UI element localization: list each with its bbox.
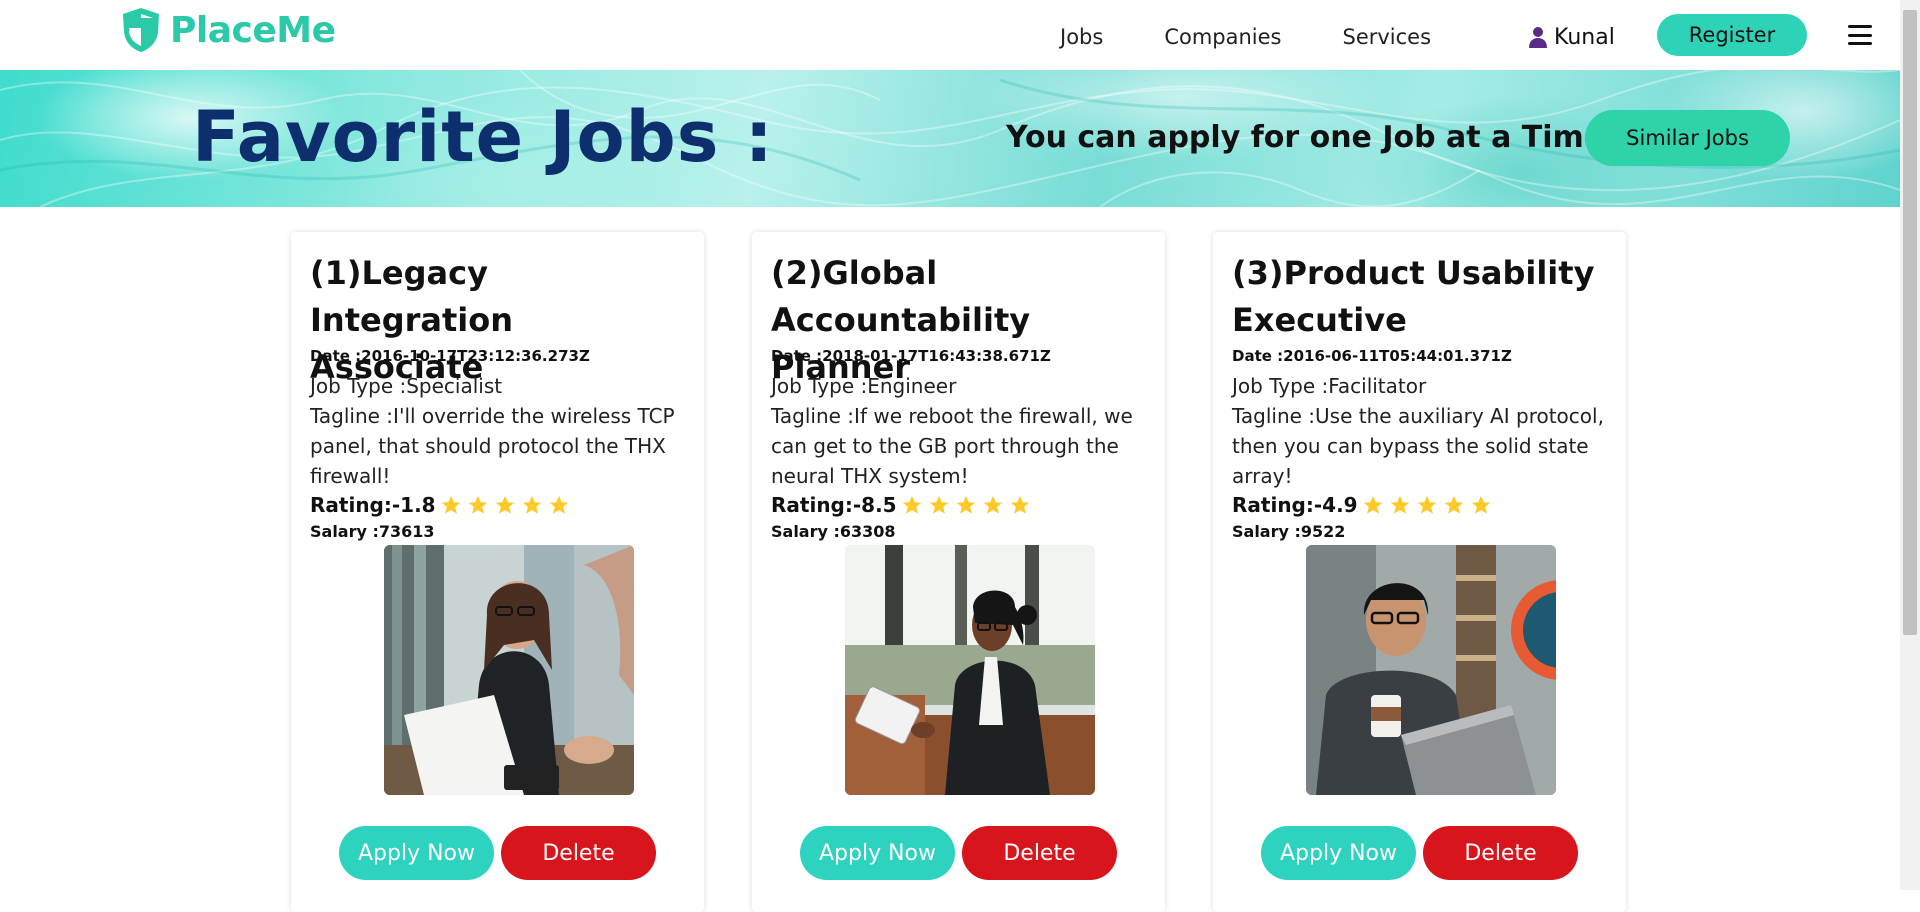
job-date: Date :2016-06-11T05:44:01.371Z [1232,347,1512,365]
nav-link-jobs[interactable]: Jobs [1060,22,1103,52]
star-icon [902,495,921,514]
delete-button[interactable]: Delete [1423,826,1578,880]
scrollbar-thumb[interactable] [1903,10,1917,635]
delete-button[interactable]: Delete [962,826,1117,880]
star-rating [440,494,575,516]
similar-jobs-button[interactable]: Similar Jobs [1585,110,1790,166]
job-rating: Rating:-1.8 [310,491,575,519]
job-tagline: Tagline :If we reboot the firewall, we c… [771,404,1133,488]
star-icon [549,495,568,514]
page-title: Favorite Jobs : [192,96,774,178]
job-type: Job Type :Specialist [310,374,503,398]
job-card: (1)Legacy Integration Associate Date :20… [291,232,704,912]
register-button[interactable]: Register [1657,14,1807,56]
job-photo [1306,545,1556,795]
apply-now-button[interactable]: Apply Now [1261,826,1416,880]
job-tagline: Tagline :Use the auxiliary AI protocol, … [1232,404,1604,488]
job-tagline: Tagline :I'll override the wireless TCP … [310,404,675,488]
hero-banner: Favorite Jobs : You can apply for one Jo… [0,70,1900,207]
star-icon [1471,495,1490,514]
job-title: (1)Legacy Integration Associate [310,254,513,386]
job-type: Job Type :Facilitator [1232,374,1427,398]
hero-tagline: You can apply for one Job at a Time [1006,120,1605,155]
star-icon [956,495,975,514]
rating-value: Rating:-1.8 [310,493,436,517]
star-icon [495,495,514,514]
job-photo [384,545,634,795]
star-icon [1390,495,1409,514]
hamburger-menu-icon[interactable] [1848,25,1872,45]
job-card: (3)Product Usability Executive Date :201… [1213,232,1626,912]
nav-links: Jobs Companies Services [1060,22,1492,52]
star-icon [1363,495,1382,514]
user-name: Kunal [1554,24,1615,50]
job-photo [845,545,1095,795]
brand-name: PlaceMe [170,9,336,51]
star-icon [983,495,1002,514]
brand-logo[interactable]: PlaceMe [120,6,336,54]
job-card: (2)Global Accountability Planner Date :2… [752,232,1165,912]
navbar: PlaceMe Jobs Companies Services Kunal Re… [0,0,1900,70]
apply-now-button[interactable]: Apply Now [339,826,494,880]
job-salary: Salary :73613 [310,522,435,541]
nav-link-companies[interactable]: Companies [1164,22,1281,52]
user-icon [1529,27,1547,48]
job-salary: Salary :9522 [1232,522,1346,541]
star-icon [1010,495,1029,514]
job-title: (3)Product Usability Executive [1232,254,1595,339]
star-rating [1362,494,1497,516]
job-date: Date :2018-01-17T16:43:38.671Z [771,347,1051,365]
rating-value: Rating:-8.5 [771,493,897,517]
rating-value: Rating:-4.9 [1232,493,1358,517]
user-menu[interactable]: Kunal [1528,22,1615,52]
job-salary: Salary :63308 [771,522,896,541]
star-icon [1444,495,1463,514]
star-icon [929,495,948,514]
job-type: Job Type :Engineer [771,374,957,398]
job-rating: Rating:-8.5 [771,491,1036,519]
nav-link-services[interactable]: Services [1342,22,1431,52]
shield-icon [123,8,159,52]
star-icon [522,495,541,514]
job-rating: Rating:-4.9 [1232,491,1497,519]
job-date: Date :2016-10-17T23:12:36.273Z [310,347,590,365]
star-icon [1417,495,1436,514]
job-title: (2)Global Accountability Planner [771,254,1031,386]
star-icon [441,495,460,514]
scrollbar[interactable] [1900,0,1920,890]
delete-button[interactable]: Delete [501,826,656,880]
apply-now-button[interactable]: Apply Now [800,826,955,880]
star-icon [468,495,487,514]
star-rating [901,494,1036,516]
